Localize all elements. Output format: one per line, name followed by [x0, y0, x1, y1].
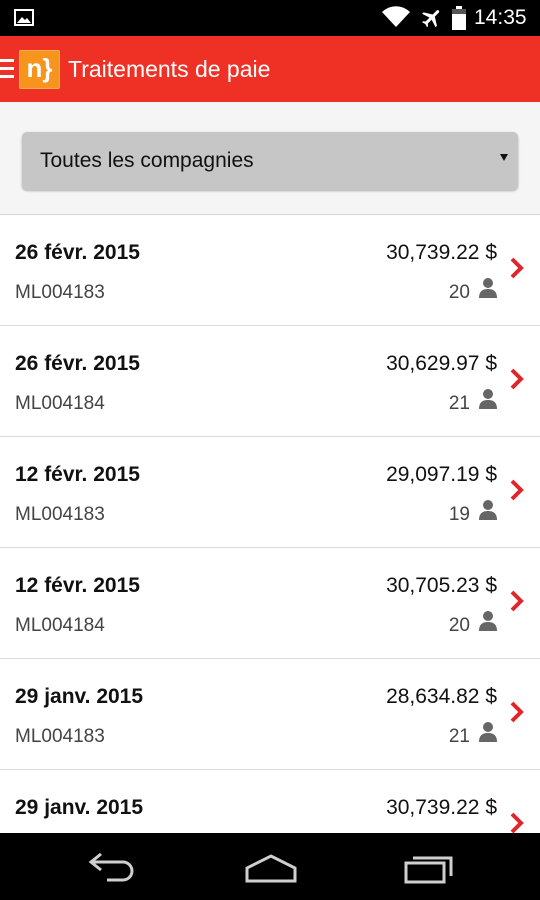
app-bar: n} Traitements de paie — [0, 36, 540, 102]
company-filter-dropdown[interactable]: Toutes les compagnies — [22, 132, 518, 190]
payroll-date: 29 janv. 2015 — [15, 796, 144, 819]
person-icon — [479, 722, 497, 742]
payroll-code: ML004184 — [15, 615, 105, 636]
dropdown-arrow-icon — [500, 154, 508, 161]
employee-count: 20 — [448, 282, 470, 303]
payroll-amount: 30,739.22 $ — [386, 796, 497, 819]
payroll-row[interactable]: 29 janv. 2015 28,634.82 $ ML004183 21 — [0, 659, 540, 770]
wifi-icon — [382, 6, 410, 27]
employee-count: 19 — [448, 504, 470, 525]
payroll-code: ML004183 — [15, 282, 105, 303]
airplane-mode-icon — [422, 10, 440, 28]
chevron-right-icon[interactable] — [509, 700, 525, 724]
chevron-right-icon[interactable] — [509, 367, 525, 391]
page-title: Traitements de paie — [68, 56, 271, 82]
system-nav-bar — [0, 833, 540, 900]
payroll-date: 29 janv. 2015 — [15, 685, 144, 708]
employee-count: 21 — [448, 393, 470, 414]
filter-bar: Toutes les compagnies — [0, 102, 540, 215]
payroll-amount: 29,097.19 $ — [386, 463, 497, 486]
chevron-right-icon[interactable] — [509, 478, 525, 502]
payroll-amount: 30,705.23 $ — [386, 574, 497, 597]
clock: 14:35 — [474, 6, 527, 29]
payroll-date: 12 févr. 2015 — [15, 463, 140, 486]
payroll-list[interactable]: 26 févr. 2015 30,739.22 $ ML004183 20 26… — [0, 215, 540, 833]
gallery-icon — [14, 9, 34, 26]
back-icon[interactable] — [87, 853, 137, 883]
employee-count: 20 — [448, 615, 470, 636]
payroll-row[interactable]: 26 févr. 2015 30,629.97 $ ML004184 21 — [0, 326, 540, 437]
battery-icon — [452, 6, 466, 30]
app-logo-text: n} — [26, 53, 53, 83]
payroll-date: 12 févr. 2015 — [15, 574, 140, 597]
payroll-row[interactable]: 12 févr. 2015 30,705.23 $ ML004184 20 — [0, 548, 540, 659]
person-icon — [479, 500, 497, 520]
payroll-row[interactable]: 12 févr. 2015 29,097.19 $ ML004183 19 — [0, 437, 540, 548]
payroll-code: ML004184 — [15, 393, 105, 414]
person-icon — [479, 278, 497, 298]
person-icon — [479, 389, 497, 409]
person-icon — [479, 611, 497, 631]
payroll-row[interactable]: 29 janv. 2015 30,739.22 $ — [0, 770, 540, 833]
payroll-amount: 28,634.82 $ — [386, 685, 497, 708]
app-logo[interactable]: n} — [19, 50, 60, 89]
payroll-code: ML004183 — [15, 726, 105, 747]
recent-apps-icon[interactable] — [403, 851, 455, 885]
employee-count: 21 — [448, 726, 470, 747]
payroll-date: 26 févr. 2015 — [15, 241, 140, 264]
status-bar: 14:35 — [0, 0, 540, 36]
chevron-right-icon[interactable] — [509, 256, 525, 280]
company-filter-value: Toutes les compagnies — [40, 149, 254, 172]
payroll-row[interactable]: 26 févr. 2015 30,739.22 $ ML004183 20 — [0, 215, 540, 326]
chevron-right-icon[interactable] — [509, 589, 525, 613]
menu-icon[interactable] — [0, 59, 14, 79]
payroll-amount: 30,739.22 $ — [386, 241, 497, 264]
payroll-date: 26 févr. 2015 — [15, 352, 140, 375]
chevron-right-icon[interactable] — [509, 811, 525, 833]
payroll-amount: 30,629.97 $ — [386, 352, 497, 375]
payroll-code: ML004183 — [15, 504, 105, 525]
home-icon[interactable] — [244, 853, 298, 885]
